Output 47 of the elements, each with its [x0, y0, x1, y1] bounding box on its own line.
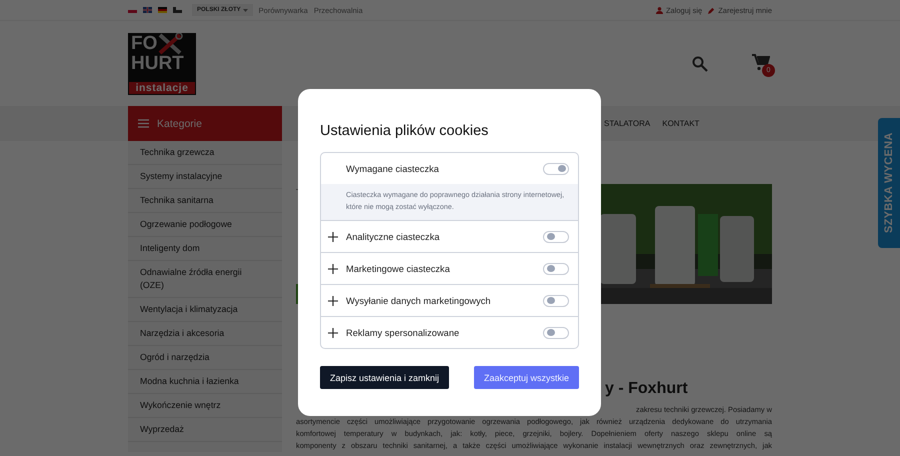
nav-link[interactable]: KONTAKT — [662, 119, 700, 128]
plus-icon[interactable] — [328, 232, 338, 242]
categories-header[interactable]: Kategorie — [128, 106, 282, 141]
flag-icon[interactable] — [173, 7, 182, 13]
plus-icon[interactable] — [328, 264, 338, 274]
cookie-group-label[interactable]: Analityczne ciasteczka — [346, 232, 543, 242]
pen-icon — [708, 6, 716, 14]
cookie-group-label[interactable]: Reklamy spersonalizowane — [346, 328, 543, 338]
category-item[interactable]: Ogród i narzędzia — [128, 346, 282, 370]
category-item[interactable]: Wentylacja i klimatyzacja — [128, 298, 282, 322]
category-item[interactable]: Technika sanitarna — [128, 189, 282, 213]
cookie-group-label[interactable]: Wysyłanie danych marketingowych — [346, 296, 543, 306]
quick-quote-tab[interactable]: SZYBKA WYCENA — [878, 118, 900, 248]
page-heading: y - Foxhurt — [605, 380, 689, 398]
category-item[interactable]: Wykończenie wnętrz — [128, 394, 282, 418]
dialog-title: Ustawienia plików cookies — [320, 123, 490, 139]
caret-icon — [242, 8, 248, 12]
cookie-group-label[interactable]: Wymagane ciasteczka — [346, 164, 543, 174]
category-item[interactable]: Modna kuchnia i łazienka — [128, 370, 282, 394]
cart-icon[interactable] — [752, 54, 770, 70]
category-item[interactable]: Systemy instalacyjne — [128, 165, 282, 189]
logo[interactable]: FO HURT instalacje — [128, 32, 196, 94]
toggle-switch[interactable] — [543, 230, 569, 242]
flag-icon[interactable] — [158, 7, 167, 13]
accept-all-button[interactable]: Zaakceptuj wszystkie — [474, 366, 579, 389]
flag-icon[interactable] — [143, 7, 152, 13]
categories-title: Kategorie — [157, 118, 202, 130]
plus-icon[interactable] — [328, 328, 338, 338]
flag-icon[interactable] — [128, 7, 137, 13]
plus-icon[interactable] — [328, 296, 338, 306]
toggle-switch[interactable] — [543, 162, 569, 174]
menu-icon — [138, 119, 149, 128]
user-icon — [656, 6, 663, 14]
nav-link[interactable]: STALATORA — [604, 119, 650, 128]
toggle-switch[interactable] — [543, 326, 569, 338]
save-settings-button[interactable]: Zapisz ustawienia i zamknij — [320, 366, 450, 389]
category-item[interactable]: Narzędzia i akcesoria — [128, 322, 282, 346]
cookie-group-label[interactable]: Marketingowe ciasteczka — [346, 264, 543, 274]
toggle-switch[interactable] — [543, 294, 569, 306]
wrench-icon — [157, 32, 184, 54]
category-item[interactable]: Ogrzewanie podłogowe — [128, 213, 282, 237]
search-icon[interactable] — [692, 56, 708, 72]
toggle-switch[interactable] — [543, 262, 569, 274]
category-item[interactable]: Inteligenty dom — [128, 237, 282, 261]
category-item[interactable]: Odnawialne źródła energii (OZE) — [128, 261, 282, 298]
category-item[interactable]: Wyprzedaż — [128, 418, 282, 442]
category-item[interactable]: Technika grzewcza — [128, 141, 282, 165]
